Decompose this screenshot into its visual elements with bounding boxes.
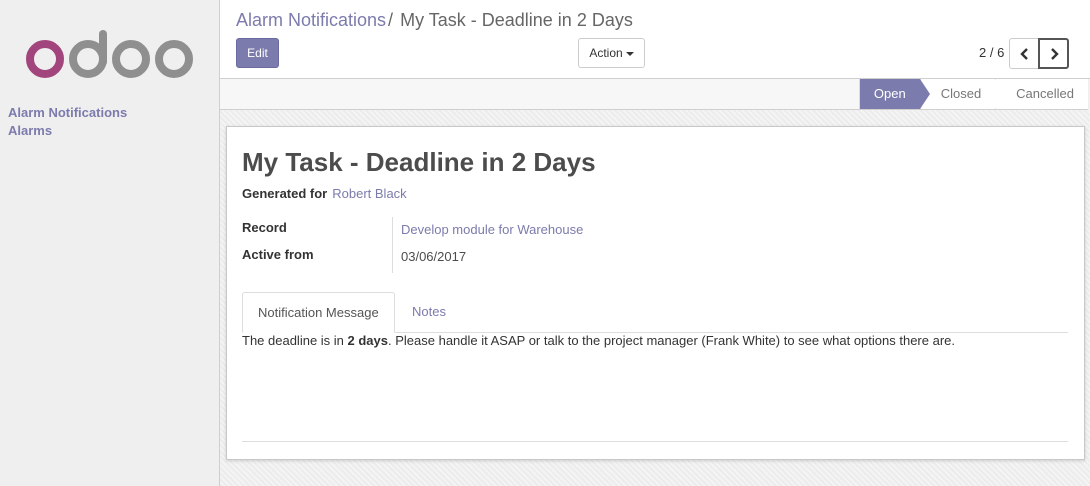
pager-next-button[interactable] bbox=[1038, 38, 1069, 69]
pager-previous-button[interactable] bbox=[1009, 38, 1040, 69]
stage-cancelled[interactable]: Cancelled bbox=[995, 79, 1088, 109]
message-before: The deadline is in bbox=[242, 333, 348, 348]
message-bold: 2 days bbox=[347, 333, 388, 348]
tab-content-bottom-border bbox=[242, 441, 1068, 442]
action-dropdown-button[interactable]: Action bbox=[578, 38, 645, 68]
tab-notes[interactable]: Notes bbox=[397, 292, 461, 331]
action-label: Action bbox=[589, 46, 623, 60]
generated-for-row: Generated for Robert Black bbox=[242, 186, 407, 201]
notebook-tabs: Notification Message Notes bbox=[242, 292, 1068, 333]
breadcrumb-current: My Task - Deadline in 2 Days bbox=[400, 10, 633, 30]
field-label-active-from: Active from bbox=[242, 247, 314, 262]
message-after: . Please handle it ASAP or talk to the p… bbox=[388, 333, 956, 348]
sidebar-menu: Alarm Notifications Alarms bbox=[8, 104, 127, 140]
sidebar: Alarm Notifications Alarms bbox=[0, 0, 220, 486]
control-panel: Alarm Notifications / My Task - Deadline … bbox=[220, 0, 1090, 79]
record-title: My Task - Deadline in 2 Days bbox=[242, 147, 596, 177]
caret-down-icon bbox=[625, 51, 634, 56]
breadcrumb: Alarm Notifications / My Task - Deadline … bbox=[236, 10, 633, 31]
stage-closed[interactable]: Closed bbox=[919, 79, 1006, 109]
field-value-active-from: 03/06/2017 bbox=[401, 249, 467, 264]
sidebar-item-alarm-notifications[interactable]: Alarm Notifications bbox=[8, 104, 127, 122]
field-divider bbox=[392, 217, 393, 273]
chevron-left-icon bbox=[1019, 47, 1028, 60]
pager-value: 2 / 6 bbox=[979, 45, 1005, 60]
breadcrumb-parent-link[interactable]: Alarm Notifications bbox=[236, 10, 386, 30]
edit-button[interactable]: Edit bbox=[236, 38, 279, 68]
odoo-logo[interactable] bbox=[26, 28, 196, 80]
generated-for-link[interactable]: Robert Black bbox=[332, 186, 406, 201]
form-sheet: My Task - Deadline in 2 Days Generated f… bbox=[226, 126, 1085, 460]
generated-for-label: Generated for bbox=[242, 186, 328, 201]
notification-message-text: The deadline is in 2 days. Please handle… bbox=[242, 333, 955, 348]
chevron-right-icon bbox=[1050, 47, 1059, 60]
sidebar-item-alarms[interactable]: Alarms bbox=[8, 122, 127, 140]
stage-open[interactable]: Open bbox=[858, 79, 930, 109]
statusbar: Open Closed Cancelled bbox=[220, 79, 1088, 110]
stage-selector: Open Closed Cancelled bbox=[858, 79, 1088, 109]
field-value-record-link[interactable]: Develop module for Warehouse bbox=[401, 222, 583, 237]
tab-notification-message[interactable]: Notification Message bbox=[242, 292, 395, 333]
field-label-record: Record bbox=[242, 220, 287, 235]
breadcrumb-separator: / bbox=[388, 10, 394, 30]
